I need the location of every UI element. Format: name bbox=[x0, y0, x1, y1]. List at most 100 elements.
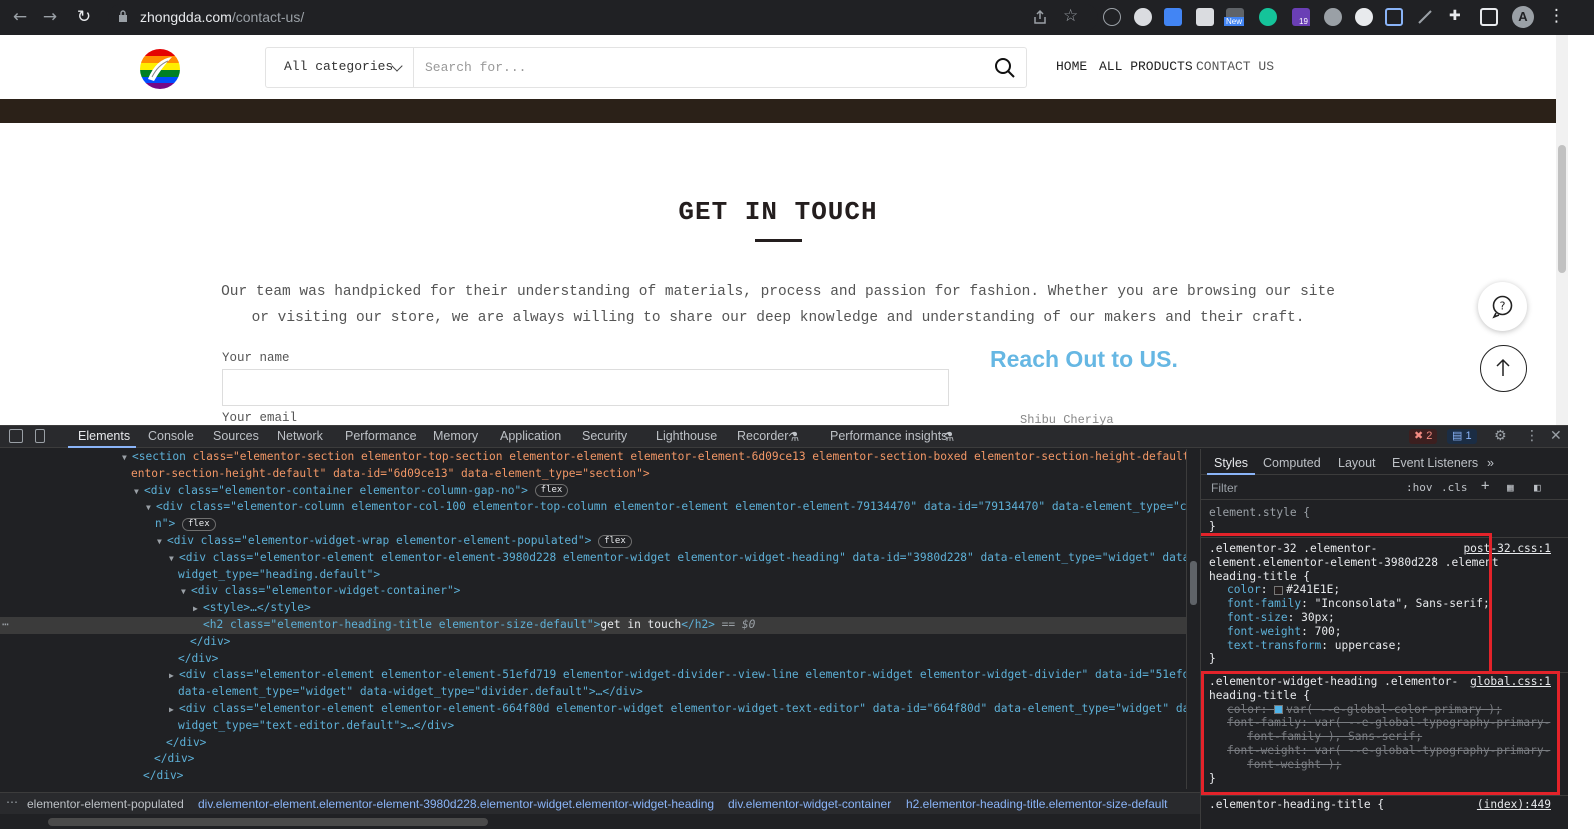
tab-elements[interactable]: Elements bbox=[78, 429, 130, 443]
tab-layout[interactable]: Layout bbox=[1338, 456, 1376, 470]
css-declaration-font-size[interactable]: font-size: 30px; bbox=[1209, 611, 1561, 625]
tab-lighthouse[interactable]: Lighthouse bbox=[656, 429, 717, 443]
dom-line-divider-widget-cont[interactable]: data-element_type="widget" data-widget_t… bbox=[0, 684, 1186, 701]
expand-triangle-icon[interactable]: ▼ bbox=[169, 551, 179, 568]
dom-line-heading-widget[interactable]: ▼ <div class="elementor-element elementor… bbox=[0, 550, 1186, 568]
rule-source-link[interactable]: global.css:1 bbox=[1470, 675, 1551, 689]
css-declaration-font-weight[interactable]: font-weight: 700; bbox=[1209, 625, 1561, 639]
translate-extension-icon[interactable] bbox=[1164, 8, 1182, 26]
nav-home[interactable]: HOME bbox=[1056, 59, 1087, 74]
dom-line-widget-wrap[interactable]: ▼ <div class="elementor-widget-wrap eleme… bbox=[0, 533, 1186, 551]
search-input[interactable] bbox=[414, 48, 984, 87]
category-select[interactable]: All categories bbox=[266, 48, 414, 87]
tab-performance[interactable]: Performance bbox=[345, 429, 417, 443]
chrome-menu-icon[interactable]: ⋮ bbox=[1548, 6, 1565, 26]
profile-avatar[interactable]: A bbox=[1512, 6, 1534, 28]
paint-brush-icon[interactable]: ▦ bbox=[1507, 481, 1514, 494]
dom-scrollbar-thumb[interactable] bbox=[1190, 561, 1197, 605]
css-declaration-overridden[interactable]: font-family: var( --e-global-typography-… bbox=[1209, 716, 1561, 730]
sidebar-toggle-icon[interactable]: ◧ bbox=[1534, 481, 1541, 494]
tab-recorder[interactable]: Recorder bbox=[737, 429, 788, 443]
expand-triangle-icon[interactable]: ▼ bbox=[122, 450, 132, 467]
collapse-triangle-icon[interactable]: ▶ bbox=[169, 702, 179, 719]
name-field[interactable] bbox=[222, 369, 949, 406]
css-declaration-font-family[interactable]: font-family: "Inconsolata", Sans-serif; bbox=[1209, 597, 1561, 611]
dom-line-heading-widget-cont[interactable]: widget_type="heading.default"> bbox=[0, 567, 1186, 584]
globe-extension-icon[interactable] bbox=[1134, 8, 1152, 26]
expand-triangle-icon[interactable]: ▼ bbox=[134, 484, 144, 501]
camera-extension-icon[interactable] bbox=[1196, 8, 1214, 26]
scroll-top-button[interactable] bbox=[1480, 345, 1527, 392]
flex-badge[interactable]: flex bbox=[181, 517, 216, 531]
dom-line-h2-selected[interactable]: ⋯ <h2 class="elementor-heading-title elem… bbox=[0, 617, 1186, 634]
tab-computed[interactable]: Computed bbox=[1263, 456, 1321, 470]
color-swatch[interactable] bbox=[1274, 705, 1284, 715]
tab-event-listeners[interactable]: Event Listeners bbox=[1392, 456, 1478, 470]
tab-sources[interactable]: Sources bbox=[213, 429, 259, 443]
settings-gear-icon[interactable]: ⚙ bbox=[1494, 428, 1507, 444]
swirl-extension-icon[interactable] bbox=[1355, 8, 1373, 26]
nav-contact-us[interactable]: CONTACT US bbox=[1196, 59, 1274, 74]
styles-filter-input[interactable] bbox=[1205, 479, 1395, 497]
device-toolbar-icon[interactable] bbox=[35, 429, 45, 443]
cls-toggle[interactable]: .cls bbox=[1441, 481, 1468, 494]
rule-source-link[interactable]: (index):449 bbox=[1477, 798, 1551, 812]
tab-performance-insights[interactable]: Performance insights bbox=[830, 429, 947, 443]
tab-memory[interactable]: Memory bbox=[433, 429, 478, 443]
page-scrollbar[interactable] bbox=[1556, 35, 1568, 425]
flex-badge[interactable]: flex bbox=[598, 534, 632, 548]
error-count-badge[interactable]: ✖ 2 bbox=[1409, 429, 1438, 444]
back-icon[interactable]: ← bbox=[10, 7, 30, 27]
flex-badge[interactable]: flex bbox=[534, 484, 569, 498]
tab-styles[interactable]: Styles bbox=[1214, 456, 1248, 470]
site-logo[interactable] bbox=[140, 49, 180, 89]
search-icon[interactable] bbox=[994, 57, 1016, 79]
dom-line-close-div[interactable]: </div> bbox=[0, 751, 1186, 768]
dom-line-container[interactable]: ▼ <div class="elementor-container element… bbox=[0, 483, 1186, 501]
rule-selector[interactable]: element.elementor-element-3980d228 .elem… bbox=[1209, 556, 1561, 570]
dom-line-widget-container[interactable]: ▼ <div class="elementor-widget-container"… bbox=[0, 583, 1186, 601]
dom-line-close-div[interactable]: </div> bbox=[0, 651, 1186, 668]
dom-line-style[interactable]: ▶ <style>…</style> bbox=[0, 600, 1186, 618]
inspect-element-icon[interactable] bbox=[9, 429, 23, 443]
side-panel-icon[interactable] bbox=[1480, 8, 1498, 26]
bookmark-star-icon[interactable]: ☆ bbox=[1063, 6, 1078, 26]
puzzle-extensions-icon[interactable]: ✚ bbox=[1449, 8, 1467, 26]
help-button[interactable]: ? bbox=[1478, 282, 1527, 331]
collapse-triangle-icon[interactable]: ▶ bbox=[169, 668, 179, 685]
breadcrumb-item[interactable]: div.elementor-widget-container bbox=[728, 797, 891, 811]
page-scrollbar-thumb[interactable] bbox=[1558, 145, 1566, 273]
gear-x-extension-icon[interactable] bbox=[1324, 8, 1342, 26]
pen-extension-icon[interactable] bbox=[1416, 8, 1434, 26]
forward-icon[interactable]: → bbox=[40, 7, 60, 27]
color-swatch[interactable] bbox=[1274, 585, 1284, 595]
nav-all-products[interactable]: ALL PRODUCTS bbox=[1099, 59, 1193, 74]
dom-line-close-div[interactable]: </div> bbox=[0, 634, 1186, 651]
dom-scrollbar[interactable] bbox=[1186, 449, 1200, 789]
dom-line-section[interactable]: ▼ <section class="elementor-section eleme… bbox=[0, 449, 1186, 467]
dom-horizontal-scrollbar[interactable] bbox=[0, 814, 1200, 829]
breadcrumb-item[interactable]: elementor-element-populated bbox=[27, 797, 184, 811]
breadcrumb-more-icon[interactable]: ⋯ bbox=[6, 795, 18, 809]
dom-line-text-editor-widget[interactable]: ▶ <div class="elementor-element elementor… bbox=[0, 701, 1186, 719]
close-devtools-icon[interactable]: ✕ bbox=[1550, 428, 1562, 444]
more-options-icon[interactable]: ⋮ bbox=[1525, 428, 1539, 444]
expand-triangle-icon[interactable]: ▼ bbox=[181, 584, 191, 601]
tab-network[interactable]: Network bbox=[277, 429, 323, 443]
breadcrumb-item[interactable]: h2.elementor-heading-title.elementor-siz… bbox=[906, 797, 1167, 811]
purple-extension-icon[interactable]: 19 bbox=[1292, 8, 1310, 26]
hov-toggle[interactable]: :hov bbox=[1406, 481, 1433, 494]
rule-selector[interactable]: heading-title { bbox=[1209, 689, 1561, 703]
message-count-badge[interactable]: ▤ 1 bbox=[1447, 429, 1477, 444]
dom-line-section-cont[interactable]: entor-section-height-default" data-id="6… bbox=[0, 466, 1186, 483]
css-declaration-overridden[interactable]: font-weight: var( --e-global-typography-… bbox=[1209, 744, 1561, 758]
expand-triangle-icon[interactable]: ▼ bbox=[146, 500, 156, 517]
rule-source-link[interactable]: post-32.css:1 bbox=[1463, 542, 1551, 556]
css-declaration-text-transform[interactable]: text-transform: uppercase; bbox=[1209, 639, 1561, 653]
dom-line-column[interactable]: ▼ <div class="elementor-column elementor-… bbox=[0, 499, 1186, 517]
add-rule-icon[interactable]: + bbox=[1481, 478, 1489, 494]
dom-line-close-div[interactable]: </div> bbox=[0, 768, 1186, 785]
horizontal-scrollbar-thumb[interactable] bbox=[48, 818, 488, 826]
dom-line-close-div[interactable]: </div> bbox=[0, 735, 1186, 752]
share-icon[interactable] bbox=[1032, 9, 1048, 25]
